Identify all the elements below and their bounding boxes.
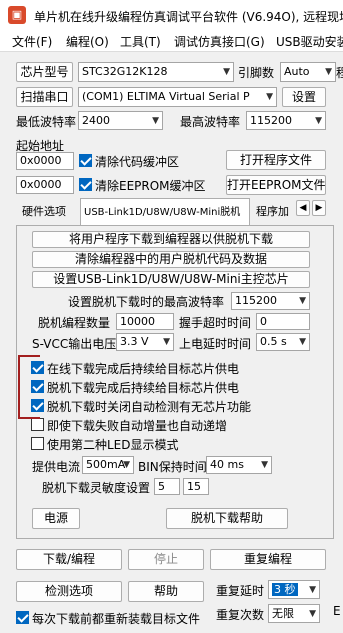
tab-usb-link-offline[interactable]: USB-Link1D/U8W/U8W-Mini脱机 xyxy=(84,203,240,218)
reload-file-checkbox[interactable] xyxy=(16,611,29,624)
power-delay-select[interactable]: 0.5 s ▼ xyxy=(256,333,310,351)
tab-hardware-options[interactable]: 硬件选项 xyxy=(22,203,66,219)
side-label: 程 xyxy=(336,66,343,80)
chevron-down-icon: ▼ xyxy=(163,337,170,347)
chevron-down-icon: ▼ xyxy=(325,67,332,77)
offline-help-button[interactable]: 脱机下载帮助 xyxy=(166,508,288,529)
chevron-down-icon: ▼ xyxy=(261,460,268,470)
option-checkbox[interactable] xyxy=(31,418,44,431)
min-baud-value: 2400 xyxy=(82,114,110,127)
help-button[interactable]: 帮助 xyxy=(128,581,204,602)
open-eeprom-file-button[interactable]: 打开EEPROM文件 xyxy=(226,175,326,195)
repeat-count-value: 无限 xyxy=(272,607,294,620)
chevron-down-icon: ▼ xyxy=(309,609,316,619)
option-label: 脱机下载完成后持续给目标芯片供电 xyxy=(47,381,240,395)
tab-scroll-right-button[interactable]: ▶ xyxy=(312,200,326,216)
download-user-program-button[interactable]: 将用户程序下载到编程器以供脱机下载 xyxy=(32,231,310,248)
option-label: 在线下载完成后持续给目标芯片供电 xyxy=(47,362,240,376)
handshake-timeout-input[interactable]: 0 xyxy=(256,313,310,330)
supply-current-select[interactable]: 500mA ▼ xyxy=(82,456,134,474)
pins-label: 引脚数 xyxy=(238,66,275,80)
menu-program[interactable]: 编程(O) xyxy=(66,33,109,50)
clear-eeprom-buffer-checkbox[interactable] xyxy=(79,178,92,191)
chip-model-button[interactable]: 芯片型号 xyxy=(16,62,73,82)
option-checkbox[interactable] xyxy=(31,437,44,450)
code-address-input[interactable]: 0x0000 xyxy=(16,152,74,170)
download-program-button[interactable]: 下载/编程 xyxy=(16,549,122,570)
bin-hold-value: 40 ms xyxy=(210,458,244,471)
min-baud-label: 最低波特率 xyxy=(16,115,77,129)
chevron-down-icon: ▼ xyxy=(315,116,322,126)
supply-current-label: 提供电流 xyxy=(32,460,81,474)
settings-button[interactable]: 设置 xyxy=(282,87,326,107)
max-baud-select[interactable]: 115200 ▼ xyxy=(246,111,326,130)
check-options-button[interactable]: 检测选项 xyxy=(16,581,122,602)
menu-file[interactable]: 文件(F) xyxy=(12,33,52,50)
eeprom-address-input[interactable]: 0x0000 xyxy=(16,176,74,194)
chevron-down-icon: ▼ xyxy=(152,116,159,126)
port-value: (COM1) ELTIMA Virtual Serial P xyxy=(82,90,250,103)
offline-max-baud-value: 115200 xyxy=(235,294,277,307)
repeat-delay-value: 3 秒 xyxy=(272,583,298,596)
sensitivity-a-input[interactable]: 5 xyxy=(154,478,180,495)
chip-model-value: STC32G12K128 xyxy=(82,65,168,78)
repeat-count-select[interactable]: 无限 ▼ xyxy=(268,604,320,623)
offline-max-baud-label: 设置脱机下载时的最高波特率 xyxy=(68,295,225,309)
svcc-voltage-value: 3.3 V xyxy=(120,335,149,348)
chevron-down-icon: ▼ xyxy=(299,337,306,347)
app-logo-icon: ▣ xyxy=(8,6,26,24)
side-letter: E xyxy=(333,604,341,618)
menu-tools[interactable]: 工具(T) xyxy=(120,33,161,50)
power-delay-label: 上电延时时间 xyxy=(179,337,252,351)
handshake-timeout-label: 握手超时时间 xyxy=(179,316,252,330)
bin-hold-select[interactable]: 40 ms ▼ xyxy=(206,456,272,474)
option-label: 即使下载失败自动增量也自动递增 xyxy=(47,419,228,433)
sensitivity-label: 脱机下载灵敏度设置 xyxy=(42,481,151,495)
tab-program-encrypt[interactable]: 程序加 xyxy=(256,203,289,219)
chevron-down-icon: ▼ xyxy=(223,67,230,77)
chevron-down-icon: ▼ xyxy=(123,460,130,470)
chevron-down-icon: ▼ xyxy=(299,296,306,306)
menu-debug[interactable]: 调试仿真接口(G) xyxy=(174,33,265,50)
max-baud-value: 115200 xyxy=(250,114,292,127)
open-program-file-button[interactable]: 打开程序文件 xyxy=(226,150,326,170)
max-baud-label: 最高波特率 xyxy=(180,115,241,129)
clear-code-buffer-checkbox[interactable] xyxy=(79,154,92,167)
sensitivity-b-input[interactable]: 15 xyxy=(183,478,209,495)
option-label: 使用第二种LED显示模式 xyxy=(47,438,179,452)
pins-value: Auto xyxy=(284,65,310,78)
chip-model-select[interactable]: STC32G12K128 ▼ xyxy=(78,62,234,82)
power-delay-value: 0.5 s xyxy=(260,335,287,348)
menu-usb-driver[interactable]: USB驱动安装 xyxy=(276,33,343,50)
min-baud-select[interactable]: 2400 ▼ xyxy=(78,111,163,130)
offline-count-input[interactable]: 10000 xyxy=(116,313,174,330)
repeat-delay-label: 重复延时 xyxy=(216,584,265,598)
clear-code-buffer-label: 清除代码缓冲区 xyxy=(95,155,180,169)
clear-user-data-button[interactable]: 清除编程器中的用户脱机代码及数据 xyxy=(32,251,310,268)
stop-button[interactable]: 停止 xyxy=(128,549,204,570)
clear-eeprom-buffer-label: 清除EEPROM缓冲区 xyxy=(95,179,206,193)
reprogram-button[interactable]: 重复编程 xyxy=(210,549,326,570)
repeat-count-label: 重复次数 xyxy=(216,608,265,622)
supply-current-value: 500mA xyxy=(86,458,126,471)
chevron-down-icon: ▼ xyxy=(309,585,316,595)
window-title: 单片机在线升级编程仿真调试平台软件 (V6.94O), 远程现场 xyxy=(34,10,343,24)
offline-max-baud-select[interactable]: 115200 ▼ xyxy=(231,292,310,310)
highlight-box xyxy=(18,355,40,419)
bin-hold-label: BIN保持时间 xyxy=(138,460,207,474)
power-button[interactable]: 电源 xyxy=(32,508,80,529)
chevron-down-icon: ▼ xyxy=(266,92,273,102)
tab-scroll-left-button[interactable]: ◀ xyxy=(296,200,310,216)
svcc-voltage-select[interactable]: 3.3 V ▼ xyxy=(116,333,174,351)
set-master-chip-button[interactable]: 设置USB-Link1D/U8W/U8W-Mini主控芯片 xyxy=(32,271,310,288)
svcc-voltage-label: S-VCC输出电压 xyxy=(32,337,117,351)
offline-count-label: 脱机编程数量 xyxy=(38,316,111,330)
option-label: 脱机下载时关闭自动检测有无芯片功能 xyxy=(47,400,252,414)
port-select[interactable]: (COM1) ELTIMA Virtual Serial P ▼ xyxy=(78,87,277,107)
pins-select[interactable]: Auto ▼ xyxy=(280,62,336,82)
reload-file-label: 每次下载前都重新装载目标文件 xyxy=(32,612,201,626)
scan-port-button[interactable]: 扫描串口 xyxy=(16,87,73,107)
repeat-delay-select[interactable]: 3 秒 ▼ xyxy=(268,580,320,599)
